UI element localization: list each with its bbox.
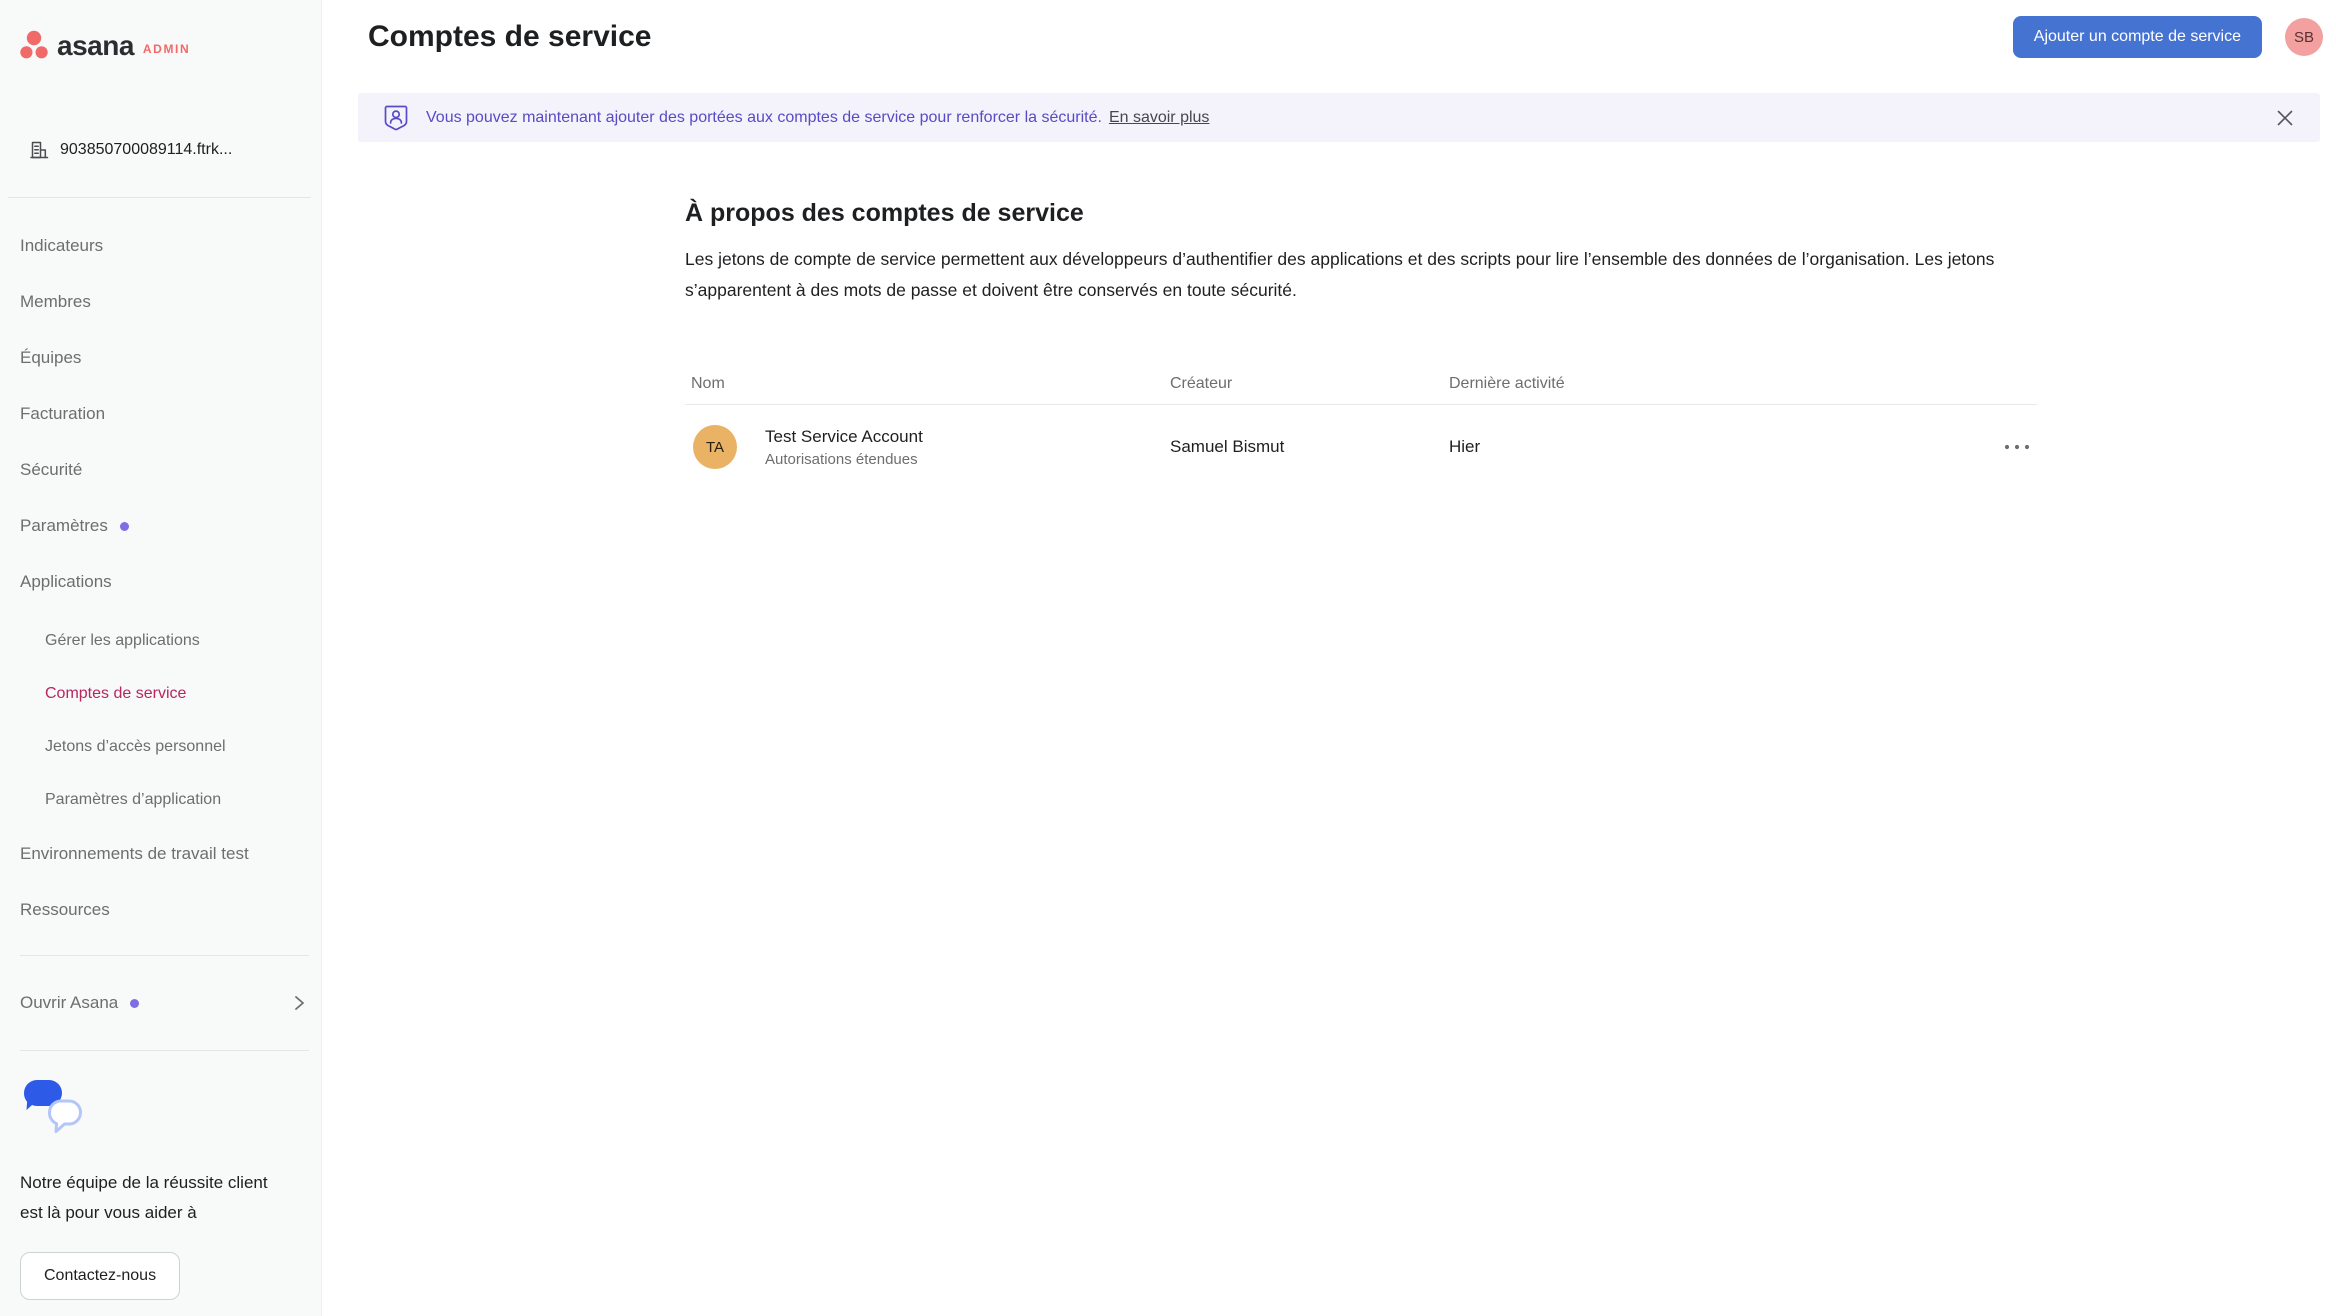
- new-feature-dot: [119, 521, 129, 531]
- main-content: Comptes de service Ajouter un compte de …: [323, 0, 2336, 1316]
- sidebar-nav: Indicateurs Membres Équipes Facturation …: [0, 218, 321, 938]
- logo-wordmark: asana: [57, 30, 134, 61]
- shield-user-icon: [383, 104, 409, 132]
- sidebar-item-label: Indicateurs: [20, 236, 104, 255]
- about-heading: À propos des comptes de service: [685, 199, 1084, 227]
- sidebar-item-label: Sécurité: [20, 460, 83, 479]
- sidebar-divider: [8, 197, 311, 198]
- sidebar-item-facturation[interactable]: Facturation: [0, 386, 321, 442]
- organization-id: 903850700089114.ftrk...: [60, 141, 233, 158]
- sidebar-item-gerer-les-applications[interactable]: Gérer les applications: [0, 614, 321, 667]
- sidebar-divider: [20, 955, 309, 956]
- add-service-account-button[interactable]: Ajouter un compte de service: [2012, 16, 2262, 58]
- asana-admin-app: asana ADMIN 903850700089114.ftrk... Indi…: [0, 0, 2336, 1316]
- service-account-name-cell: TA Test Service Account Autorisations ét…: [685, 425, 1170, 469]
- sidebar-item-parametres[interactable]: Paramètres: [0, 498, 321, 554]
- column-header-nom: Nom: [691, 374, 725, 392]
- table-header-row: Nom Créateur Dernière activité: [685, 363, 2037, 405]
- column-header-createur: Créateur: [1170, 374, 1233, 392]
- service-account-name: Test Service Account: [765, 426, 923, 446]
- customer-success-panel: Notre équipe de la réussite client est l…: [20, 1078, 306, 1300]
- sidebar-item-applications[interactable]: Applications: [0, 554, 321, 610]
- open-asana-link[interactable]: Ouvrir Asana: [0, 975, 321, 1031]
- sidebar-item-equipes[interactable]: Équipes: [0, 330, 321, 386]
- chevron-right-icon: [289, 993, 309, 1013]
- service-account-avatar: TA: [693, 425, 737, 469]
- organization-switcher[interactable]: 903850700089114.ftrk...: [18, 140, 232, 160]
- contact-us-button[interactable]: Contactez-nous: [20, 1252, 181, 1300]
- close-banner-button[interactable]: [2274, 107, 2296, 129]
- sidebar-item-label: Environnements de travail test: [20, 844, 249, 863]
- sidebar-item-label: Équipes: [20, 348, 82, 367]
- sidebar-item-parametres-application[interactable]: Paramètres d’application: [0, 773, 321, 826]
- sidebar-item-label: Gérer les applications: [45, 631, 200, 649]
- sidebar-item-environnements-test[interactable]: Environnements de travail test: [0, 826, 321, 882]
- sidebar-item-label: Applications: [20, 572, 112, 591]
- admin-badge: ADMIN: [142, 42, 191, 56]
- service-account-creator: Samuel Bismut: [1170, 437, 1285, 456]
- sidebar-item-jetons-acces-personnel[interactable]: Jetons d’accès personnel: [0, 720, 321, 773]
- user-avatar[interactable]: SB: [2285, 18, 2323, 56]
- sidebar-item-label: Paramètres: [20, 516, 108, 535]
- sidebar-item-label: Facturation: [20, 404, 106, 423]
- building-icon: [29, 140, 49, 160]
- sidebar-item-securite[interactable]: Sécurité: [0, 442, 321, 498]
- applications-submenu: Gérer les applications Comptes de servic…: [0, 610, 321, 826]
- table-row: TA Test Service Account Autorisations ét…: [685, 405, 2037, 491]
- column-header-derniere-activite: Dernière activité: [1449, 374, 1565, 392]
- sidebar-item-label: Comptes de service: [45, 684, 187, 702]
- sidebar-divider: [20, 1050, 309, 1051]
- asana-logo-icon: [20, 30, 48, 60]
- about-description: Les jetons de compte de service permette…: [685, 249, 1995, 300]
- service-account-name-lines: Test Service Account Autorisations étend…: [765, 427, 923, 468]
- row-actions-menu-button[interactable]: [2003, 443, 2031, 451]
- sidebar-item-label: Jetons d’accès personnel: [45, 737, 226, 755]
- scopes-announcement-banner: Vous pouvez maintenant ajouter des porté…: [358, 93, 2320, 142]
- sidebar-item-label: Paramètres d’application: [45, 790, 222, 808]
- sidebar: asana ADMIN 903850700089114.ftrk... Indi…: [0, 0, 322, 1316]
- page-title: Comptes de service: [368, 20, 652, 53]
- customer-success-text: Notre équipe de la réussite client est l…: [20, 1173, 268, 1222]
- sidebar-item-membres[interactable]: Membres: [0, 274, 321, 330]
- sidebar-item-label: Membres: [20, 292, 91, 311]
- sidebar-item-comptes-de-service[interactable]: Comptes de service: [0, 667, 321, 720]
- new-feature-dot: [130, 998, 140, 1008]
- service-account-last-activity: Hier: [1449, 437, 1481, 456]
- sidebar-item-label: Ressources: [20, 900, 110, 919]
- chat-bubbles-icon: [20, 1078, 306, 1134]
- sidebar-item-ressources[interactable]: Ressources: [0, 882, 321, 938]
- banner-message: Vous pouvez maintenant ajouter des porté…: [426, 108, 1102, 126]
- asana-admin-logo: asana ADMIN: [20, 30, 190, 60]
- service-accounts-table: Nom Créateur Dernière activité TA Test S…: [685, 363, 2037, 491]
- open-asana-label: Ouvrir Asana: [20, 993, 119, 1012]
- service-account-permissions: Autorisations étendues: [765, 450, 918, 468]
- about-section: À propos des comptes de service Les jeto…: [685, 196, 2037, 491]
- sidebar-item-indicateurs[interactable]: Indicateurs: [0, 218, 321, 274]
- learn-more-link[interactable]: En savoir plus: [1109, 109, 1210, 127]
